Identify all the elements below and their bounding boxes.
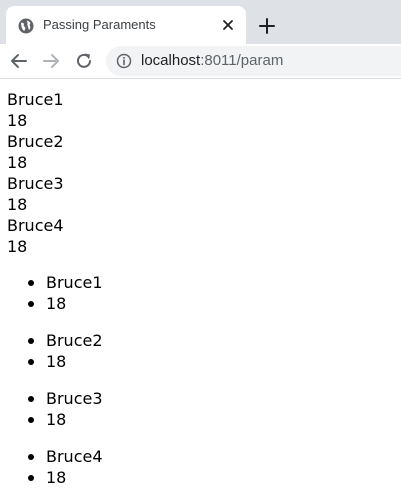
bullet-icon (28, 301, 34, 307)
arrow-left-icon[interactable] (9, 51, 29, 71)
list-item-age: 18 (46, 352, 67, 371)
list-item: Bruce4 (0, 446, 401, 467)
tab-title: Passing Paraments (43, 17, 156, 32)
list-item-age: 18 (46, 468, 67, 487)
list-item: Bruce1 (0, 272, 401, 293)
browser-tab[interactable]: Passing Paraments (6, 6, 246, 44)
url-path: :8011/param (200, 52, 284, 69)
plain-line-age: 18 (7, 153, 28, 172)
list-item: 18 (0, 467, 401, 488)
bullet-list: Bruce1 18 (0, 272, 401, 314)
reload-icon[interactable] (74, 51, 94, 71)
plain-line-age: 18 (7, 237, 28, 256)
arrow-right-icon[interactable] (41, 51, 61, 71)
plain-line-name: Bruce4 (7, 216, 64, 235)
list-item: 18 (0, 409, 401, 430)
info-icon[interactable] (116, 53, 132, 69)
bullet-lists: Bruce1 18 Bruce2 18 Bruce3 18 Bruce4 18 (0, 272, 401, 497)
list-item-age: 18 (46, 294, 67, 313)
plain-line-age: 18 (7, 111, 28, 130)
plain-line-name: Bruce1 (7, 90, 64, 109)
list-item: Bruce3 (0, 388, 401, 409)
plus-icon[interactable] (258, 17, 276, 35)
bullet-icon (28, 280, 34, 286)
list-item-name: Bruce4 (46, 447, 103, 466)
list-item-name: Bruce3 (46, 389, 103, 408)
bullet-icon (28, 359, 34, 365)
list-item-age: 18 (46, 410, 67, 429)
bullet-list: Bruce3 18 (0, 388, 401, 430)
url-host: localhost (141, 52, 201, 69)
url-text[interactable]: localhost:8011/param (141, 52, 283, 69)
bullet-icon (28, 396, 34, 402)
bullet-icon (28, 338, 34, 344)
address-bar[interactable]: localhost:8011/param (106, 46, 401, 76)
page-content: Bruce1 18 Bruce2 18 Bruce3 18 Bruce4 18 … (0, 79, 401, 497)
list-item: 18 (0, 293, 401, 314)
plain-line-name: Bruce3 (7, 174, 64, 193)
bullet-list: Bruce4 18 (0, 446, 401, 488)
bullet-icon (28, 475, 34, 481)
list-item: Bruce2 (0, 330, 401, 351)
list-item-name: Bruce2 (46, 331, 103, 350)
list-item: 18 (0, 351, 401, 372)
close-icon[interactable] (220, 17, 236, 33)
bullet-icon (28, 417, 34, 423)
plain-line-name: Bruce2 (7, 132, 64, 151)
plain-text-block: Bruce1 18 Bruce2 18 Bruce3 18 Bruce4 18 (7, 89, 64, 257)
tab-strip: Passing Paraments (0, 0, 401, 44)
plain-line-age: 18 (7, 195, 28, 214)
globe-icon (18, 18, 34, 34)
list-item-name: Bruce1 (46, 273, 103, 292)
browser-toolbar: localhost:8011/param (0, 44, 401, 79)
bullet-list: Bruce2 18 (0, 330, 401, 372)
bullet-icon (28, 454, 34, 460)
